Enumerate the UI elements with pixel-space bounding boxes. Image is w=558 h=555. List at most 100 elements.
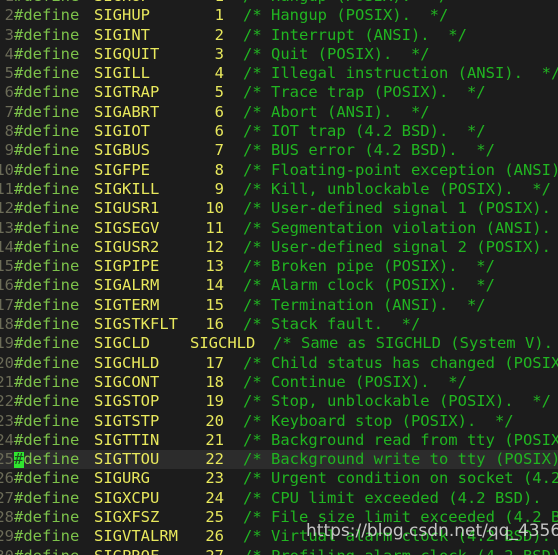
- macro-name: SIGSTOP: [94, 392, 160, 411]
- macro-name: SIGBUS: [94, 141, 150, 160]
- macro-name: SIGXFSZ: [94, 508, 160, 527]
- code-line[interactable]: 21#define SIGCONT 18 /* Continue (POSIX). *…: [0, 372, 558, 393]
- line-number: 26: [0, 469, 14, 488]
- macro-value: 17: [205, 353, 224, 372]
- line-number: 18: [0, 315, 14, 334]
- macro-name: SIGVTALRM: [94, 527, 178, 546]
- line-number: 7: [4, 102, 14, 121]
- code-line[interactable]: 12#define SIGUSR1 10 /* User-defined signal…: [0, 199, 558, 219]
- code-line[interactable]: 5 #define SIGILL 4 /* Illegal instruction (A…: [0, 64, 558, 84]
- code-line[interactable]: 19#define SIGCLD SIGCHLD /* Same as SIGCHLD…: [0, 334, 558, 354]
- macro-value: 7: [214, 141, 224, 160]
- code-line[interactable]: 26#define SIGURG 23 /* Urgent condition on …: [0, 469, 558, 489]
- line-comment: /* Profiling alarm clock (4.2 BSD).: [243, 547, 558, 555]
- macro-value: 5: [214, 83, 224, 102]
- macro-value: 13: [205, 257, 224, 276]
- define-keyword: #define: [14, 179, 80, 198]
- macro-name: SIGFPE: [94, 160, 150, 179]
- line-comment: /* Continue (POSIX). */: [243, 372, 467, 391]
- line-comment: /* User-defined signal 1 (POSIX). */: [243, 199, 558, 218]
- code-line[interactable]: 4 #define SIGQUIT 3 /* Quit (POSIX). */: [0, 44, 558, 65]
- line-number: 8: [4, 122, 14, 141]
- line-number: 19: [0, 334, 14, 353]
- line-number: 16: [0, 276, 14, 295]
- line-comment: /* Background write to tty (POSIX).: [243, 450, 558, 469]
- code-line[interactable]: 2 #define SIGHUP 1 /* Hangup (POSIX). */: [0, 6, 558, 26]
- code-line[interactable]: 25#defineSIGTTOU22/* Background write to…: [0, 450, 558, 470]
- macro-value: 26: [205, 527, 224, 546]
- line-number: 11: [0, 179, 14, 198]
- macro-value: 14: [205, 276, 224, 295]
- code-line[interactable]: 11#define SIGKILL 9 /* Kill, unblockable (P…: [0, 179, 558, 200]
- line-number: 17: [0, 295, 14, 314]
- code-line[interactable]: 29#define SIGVTALRM 26 /* Virtual alarm clo…: [0, 527, 558, 547]
- code-line[interactable]: 7 #define SIGABRT 6 /* Abort (ANSI). */: [0, 102, 558, 123]
- code-line[interactable]: 9 #define SIGBUS 7 /* BUS error (4.2 BSD). *…: [0, 141, 558, 161]
- macro-value: 22: [205, 450, 224, 469]
- line-number: 12: [0, 199, 14, 218]
- line-comment: /* Virtual alarm clock (4.2 BSD). */: [243, 527, 558, 546]
- line-comment: /* Same as SIGCHLD (System V). *: [273, 334, 558, 353]
- code-line[interactable]: 28#define SIGXFSZ 25 /* File size limit exc…: [0, 508, 558, 528]
- line-comment: /* Keyboard stop (POSIX). */: [243, 411, 514, 430]
- line-number: 4: [4, 44, 14, 63]
- macro-name: SIGABRT: [94, 102, 160, 121]
- line-comment: /* Interrupt (ANSI). */: [243, 25, 467, 44]
- line-number: 29: [0, 527, 14, 546]
- macro-value: 9: [214, 179, 224, 198]
- macro-value: 6: [214, 102, 224, 121]
- code-line[interactable]: 13#define SIGSEGV 11 /* Segmentation violat…: [0, 218, 558, 238]
- line-comment: /* Illegal instruction (ANSI). */: [243, 64, 558, 83]
- macro-value: 12: [205, 237, 224, 256]
- code-editor-viewport[interactable]: 1#defineSIGHUP1/* Hangup (POSIX). */2#de…: [0, 0, 558, 555]
- line-number: 14: [0, 237, 14, 256]
- code-surface[interactable]: 1#defineSIGHUP1/* Hangup (POSIX). */2#de…: [0, 0, 558, 555]
- macro-value: 4: [214, 64, 224, 83]
- macro-value: 6: [214, 122, 224, 141]
- code-line[interactable]: 8 #define SIGIOT 6 /* IOT trap (4.2 BSD). */: [0, 122, 558, 142]
- line-comment: /* Stack fault. */: [243, 315, 421, 334]
- code-line[interactable]: 3 #define SIGINT 2 /* Interrupt (ANSI). */: [0, 25, 558, 45]
- code-line[interactable]: 18#define SIGSTKFLT 16 /* Stack fault. */: [0, 315, 558, 335]
- macro-name: SIGPROF: [94, 547, 159, 555]
- define-keyword: #define: [14, 315, 80, 334]
- define-keyword: #define: [14, 218, 80, 237]
- line-comment: /* Broken pipe (POSIX). */: [243, 257, 495, 276]
- line-comment: /* Background read from tty (POSIX).: [243, 430, 558, 449]
- line-number: 9: [4, 141, 14, 160]
- code-line[interactable]: 22#define SIGSTOP 19 /* Stop, unblockable (…: [0, 392, 558, 412]
- code-line[interactable]: 10#define SIGFPE 8 /* Floating-point except…: [0, 160, 558, 180]
- macro-value: 8: [214, 160, 224, 179]
- define-keyword: #define: [14, 257, 80, 276]
- line-comment: /* Floating-point exception (ANSI). */: [243, 160, 558, 179]
- define-keyword: #define: [14, 122, 80, 141]
- define-keyword: #define: [14, 411, 80, 430]
- code-line[interactable]: 30#define SIGPROF 27 /* Profiling alarm clo…: [0, 546, 558, 555]
- define-keyword: #define: [14, 25, 80, 44]
- line-number: 25: [0, 450, 14, 469]
- code-line[interactable]: 23#define SIGTSTP 20 /* Keyboard stop (POSI…: [0, 411, 558, 431]
- code-line[interactable]: 16#define SIGALRM 14 /* Alarm clock (POSIX)…: [0, 276, 558, 296]
- macro-name: SIGCHLD: [94, 353, 160, 372]
- line-comment: /* Abort (ANSI). */: [243, 102, 430, 121]
- define-keyword: #define: [14, 199, 80, 218]
- code-line[interactable]: 15#define SIGPIPE 13 /* Broken pipe (POSIX)…: [0, 257, 558, 277]
- line-comment: /* Alarm clock (POSIX). */: [243, 276, 495, 295]
- line-number: 21: [0, 372, 14, 391]
- code-line[interactable]: 20#define SIGCHLD 17 /* Child status has ch…: [0, 353, 558, 373]
- macro-name: SIGTRAP: [94, 83, 160, 102]
- code-line[interactable]: 27#define SIGXCPU 24 /* CPU limit exceeded …: [0, 488, 558, 509]
- macro-name: SIGTTIN: [94, 430, 160, 449]
- define-keyword: #define: [14, 83, 80, 102]
- macro-name: SIGPIPE: [94, 257, 160, 276]
- code-line[interactable]: 24#define SIGTTIN 21 /* Background read fro…: [0, 430, 558, 451]
- define-keyword: #define: [14, 102, 80, 121]
- code-line[interactable]: 17#define SIGTERM 15 /* Termination (ANSI).…: [0, 295, 558, 316]
- macro-name: SIGTSTP: [94, 411, 160, 430]
- line-comment: /* IOT trap (4.2 BSD). */: [243, 122, 486, 141]
- macro-name: SIGILL: [94, 64, 150, 83]
- macro-value: 27: [182, 547, 224, 555]
- macro-value: 24: [205, 488, 224, 507]
- code-line[interactable]: 6 #define SIGTRAP 5 /* Trace trap (POSIX). *…: [0, 83, 558, 103]
- code-line[interactable]: 14#define SIGUSR2 12 /* User-defined signal…: [0, 237, 558, 258]
